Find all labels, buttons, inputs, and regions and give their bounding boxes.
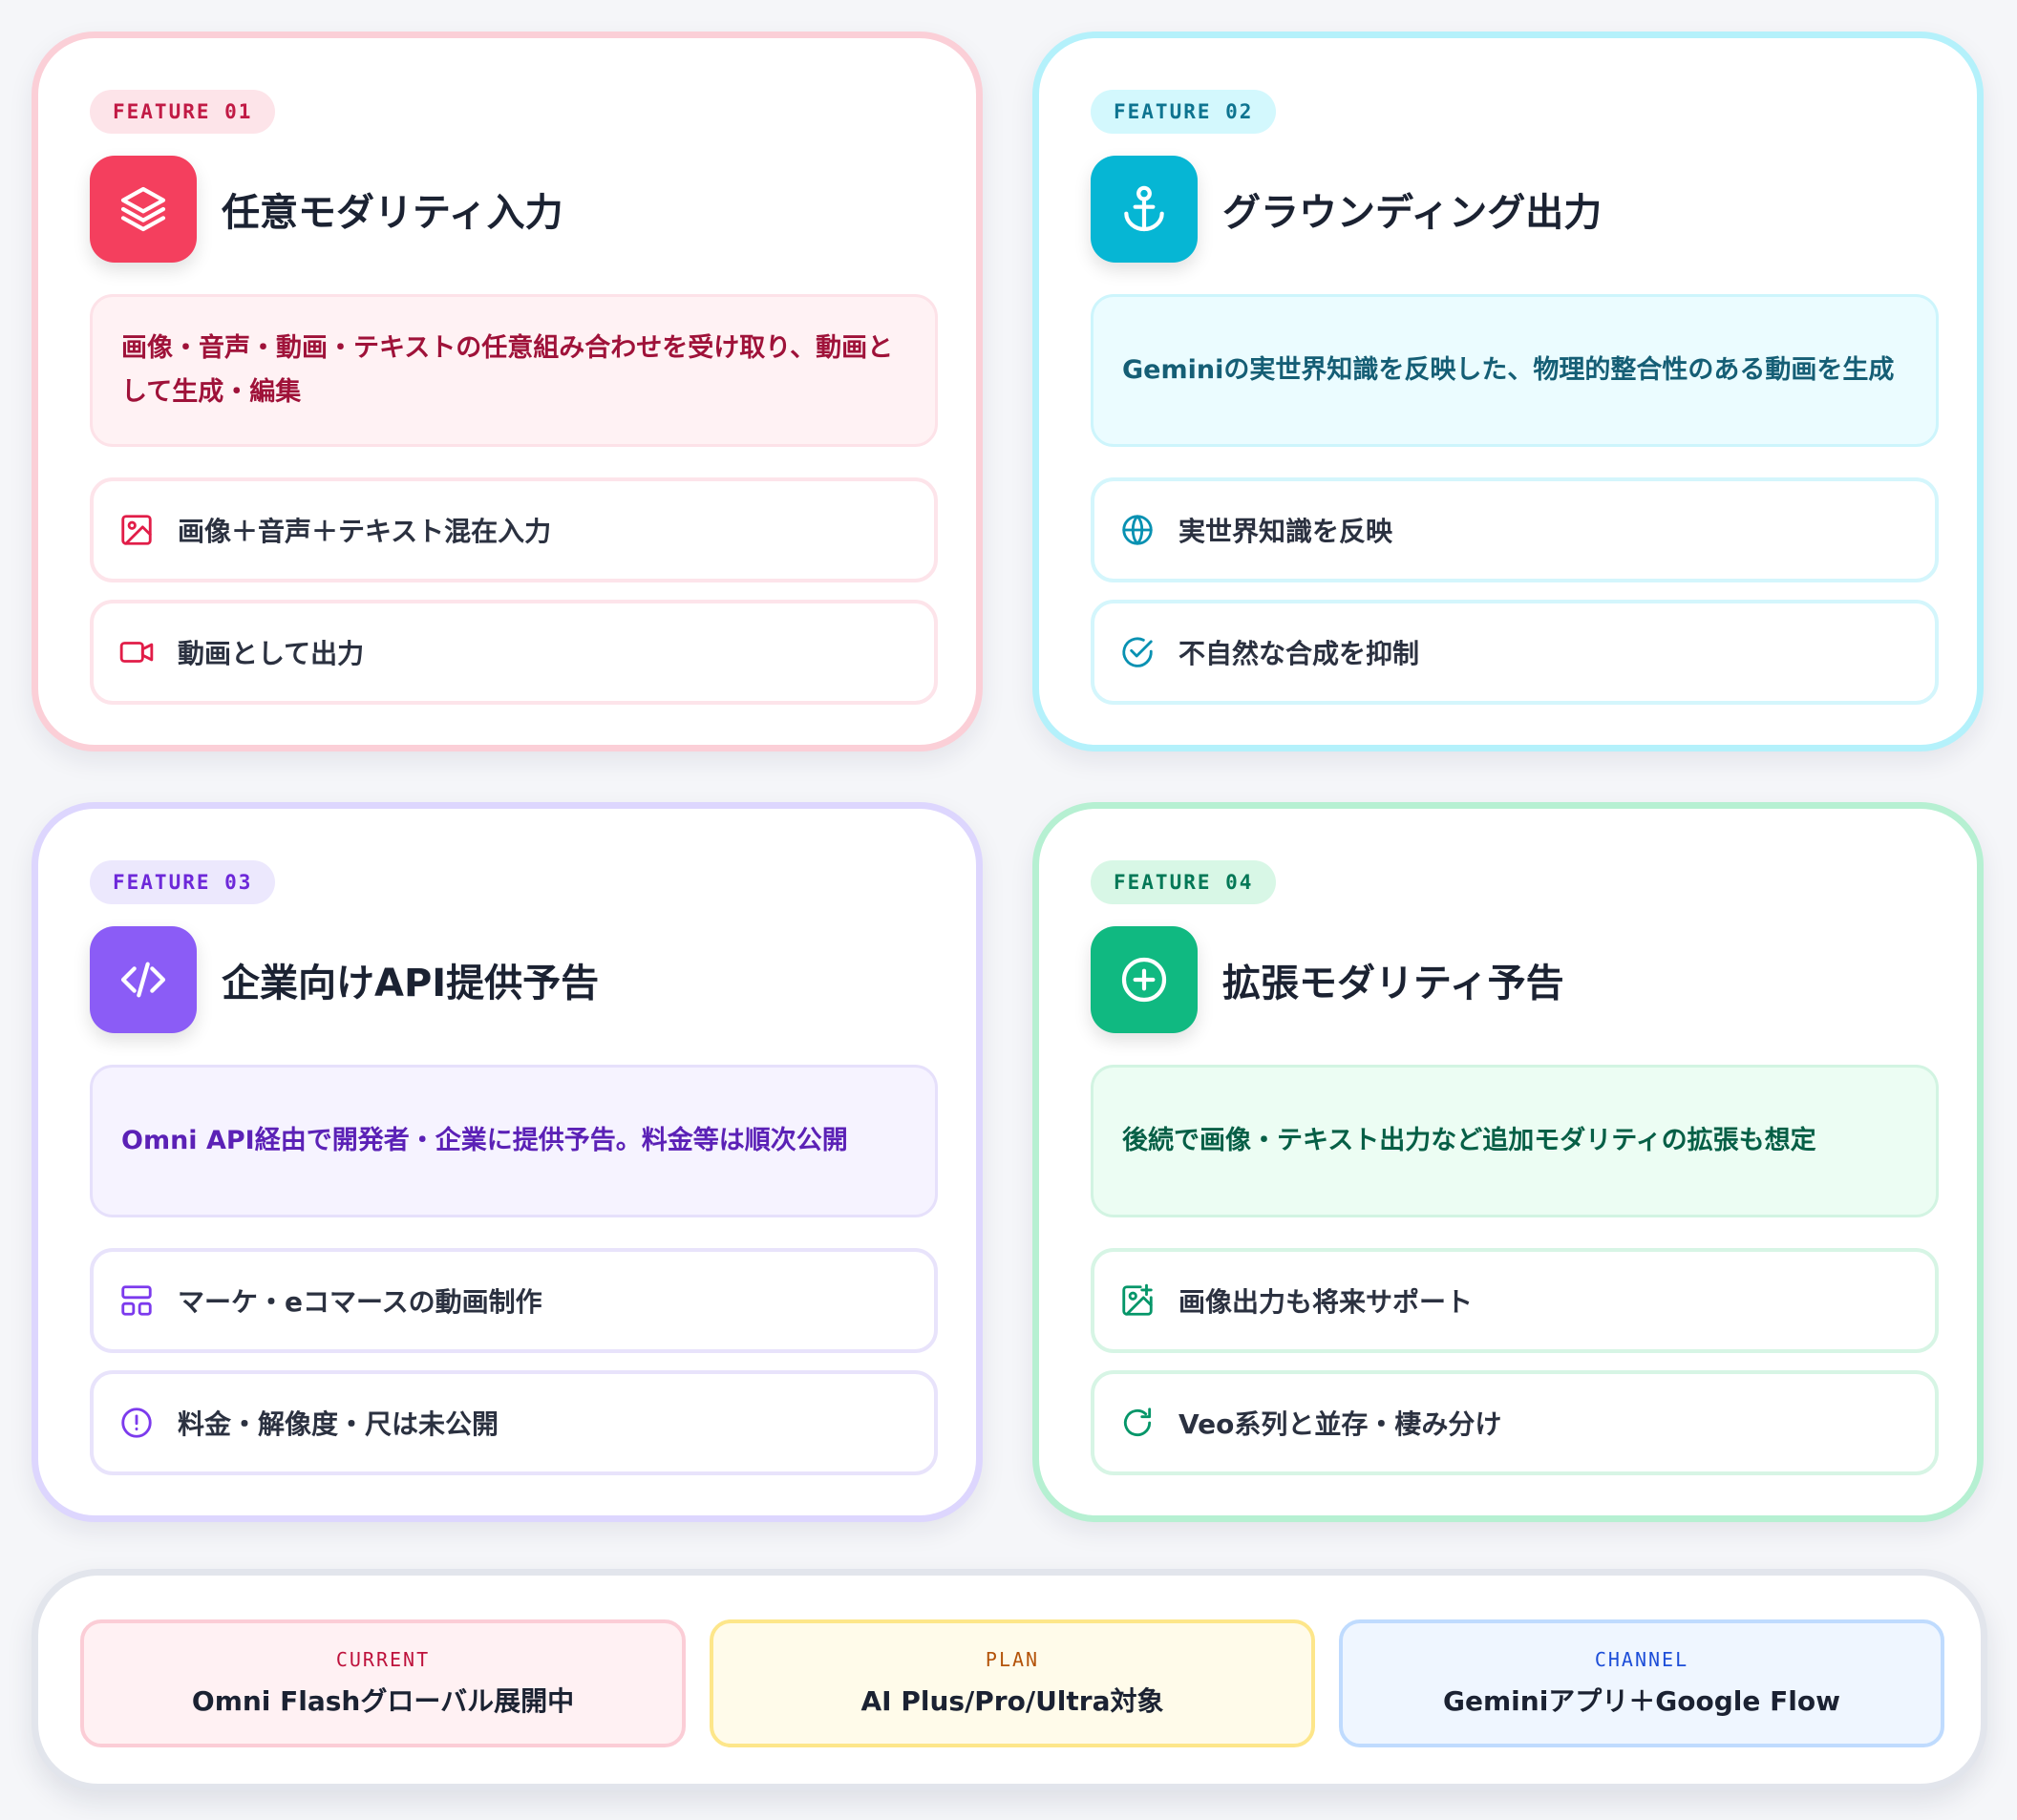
feature-item-label: 不自然な合成を抑制 (1178, 638, 1420, 669)
feature-item: 実世界知識を反映 (1091, 477, 1939, 582)
feature-card-3: FEATURE 03 企業向けAPI提供予告 Omni API経由で開発者・企業… (32, 802, 983, 1522)
feature-badge: FEATURE 01 (90, 90, 276, 134)
refresh-icon (1123, 1407, 1152, 1437)
layers-icon (90, 156, 197, 263)
feature-item: 料金・解像度・尺は未公開 (90, 1370, 938, 1475)
feature-item-label: Veo系列と並存・棲み分け (1178, 1408, 1502, 1440)
feature-item: 動画として出力 (90, 600, 938, 705)
code-icon (90, 926, 197, 1033)
feature-item-label: マーケ・eコマースの動画制作 (178, 1286, 542, 1318)
feature-item: 不自然な合成を抑制 (1091, 600, 1939, 705)
feature-badge: FEATURE 02 (1091, 90, 1277, 134)
feature-card-2: FEATURE 02 グラウンディング出力 Geminiの実世界知識を反映した、… (1032, 32, 1984, 751)
anchor-icon (1091, 156, 1198, 263)
feature-item-label: 実世界知識を反映 (1178, 516, 1393, 547)
feature-description-text: Geminiの実世界知識を反映した、物理的整合性のある動画を生成 (1122, 355, 1895, 385)
summary-strip: CURRENT Omni Flashグローバル展開中 PLAN AI Plus/… (32, 1569, 1987, 1790)
feature-title: 企業向けAPI提供予告 (222, 962, 600, 1005)
feature-description-text: 画像・音声・動画・テキストの任意組み合わせを受け取り、動画として生成・編集 (121, 333, 894, 407)
feature-item: 画像＋音声＋テキスト混在入力 (90, 477, 938, 582)
feature-item: Veo系列と並存・棲み分け (1091, 1370, 1939, 1475)
feature-badge: FEATURE 04 (1091, 860, 1277, 904)
feature-card-1: FEATURE 01 任意モダリティ入力 画像・音声・動画・テキストの任意組み合… (32, 32, 983, 751)
stat-value: Geminiアプリ＋Google Flow (1443, 1685, 1840, 1717)
feature-badge: FEATURE 03 (90, 860, 276, 904)
feature-title: 任意モダリティ入力 (222, 191, 563, 235)
image-plus-icon (1122, 1283, 1153, 1316)
stat-label: CURRENT (335, 1648, 431, 1671)
feature-description: Omni API経由で開発者・企業に提供予告。料金等は順次公開 (90, 1065, 938, 1217)
feature-description-text: 後続で画像・テキスト出力など追加モダリティの拡張も想定 (1122, 1126, 1816, 1155)
stat-label: CHANNEL (1594, 1648, 1689, 1671)
alert-circle-icon (121, 1407, 152, 1438)
feature-item: 画像出力も将来サポート (1091, 1248, 1939, 1353)
feature-item-label: 画像出力も将来サポート (1178, 1286, 1474, 1318)
feature-description: 後続で画像・テキスト出力など追加モダリティの拡張も想定 (1091, 1065, 1939, 1217)
check-circle-icon (1122, 637, 1153, 667)
feature-item-label: 料金・解像度・尺は未公開 (178, 1408, 499, 1440)
feature-item-label: 画像＋音声＋テキスト混在入力 (178, 516, 552, 547)
stat-label: PLAN (985, 1648, 1040, 1671)
feature-description: 画像・音声・動画・テキストの任意組み合わせを受け取り、動画として生成・編集 (90, 294, 938, 447)
image-icon (121, 515, 152, 545)
page: FEATURE 01 任意モダリティ入力 画像・音声・動画・テキストの任意組み合… (0, 0, 2017, 1820)
feature-description: Geminiの実世界知識を反映した、物理的整合性のある動画を生成 (1091, 294, 1939, 447)
feature-item-label: 動画として出力 (178, 638, 365, 669)
plus-circle-icon (1091, 926, 1198, 1033)
stat-current: CURRENT Omni Flashグローバル展開中 (80, 1619, 686, 1747)
feature-card-4: FEATURE 04 拡張モダリティ予告 後続で画像・テキスト出力など追加モダリ… (1032, 802, 1984, 1522)
stat-plan: PLAN AI Plus/Pro/Ultra対象 (710, 1619, 1315, 1747)
stat-value: AI Plus/Pro/Ultra対象 (860, 1685, 1164, 1717)
layout-icon (121, 1285, 152, 1316)
feature-title: グラウンディング出力 (1222, 191, 1603, 235)
globe-icon (1122, 515, 1153, 545)
feature-description-text: Omni API経由で開発者・企業に提供予告。料金等は順次公開 (121, 1126, 848, 1155)
stat-channel: CHANNEL Geminiアプリ＋Google Flow (1339, 1619, 1944, 1747)
feature-item: マーケ・eコマースの動画制作 (90, 1248, 938, 1353)
video-camera-icon (119, 642, 154, 663)
stat-value: Omni Flashグローバル展開中 (191, 1685, 575, 1717)
feature-title: 拡張モダリティ予告 (1222, 962, 1564, 1005)
